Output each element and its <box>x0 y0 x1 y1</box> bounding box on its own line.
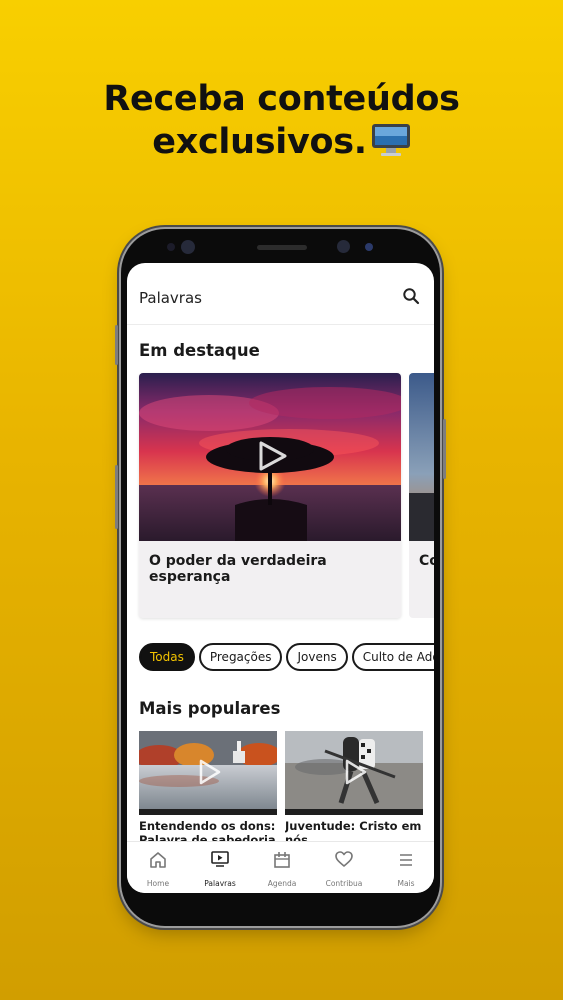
desktop-monitor-icon <box>371 123 411 168</box>
filter-chips: TodasPregaçõesJovensCulto de Ador <box>139 643 434 673</box>
phone-front-camera <box>181 240 195 254</box>
headline-line-2: exclusivos. <box>0 121 563 168</box>
phone-frame: Palavras Em destaque O poder da verdadei… <box>115 229 446 926</box>
nav-agenda[interactable]: Agenda <box>251 842 313 893</box>
featured-card-next-title: Co <box>419 553 434 569</box>
chip-culto-de-adoracao[interactable]: Culto de Ador <box>351 643 434 671</box>
phone-speaker <box>257 245 307 250</box>
featured-thumbnail-next <box>409 373 434 541</box>
nav-home[interactable]: Home <box>127 842 189 893</box>
nav-contribua-label: Contribua <box>325 879 363 888</box>
chip-jovens[interactable]: Jovens <box>286 643 348 671</box>
headline-line-1: Receba conteúdos <box>103 79 460 119</box>
nav-agenda-label: Agenda <box>267 879 297 888</box>
popular-item[interactable]: Juventude: Cristo em nós <box>285 731 423 851</box>
chip-todas[interactable]: Todas <box>139 643 195 671</box>
phone-sensor-2 <box>365 243 373 251</box>
featured-card-title: O poder da verdadeira esperança <box>149 553 327 585</box>
calendar-icon <box>274 852 290 868</box>
nav-palavras-label: Palavras <box>204 879 236 888</box>
phone-side-button <box>115 465 118 529</box>
featured-card-next[interactable]: Co <box>409 373 434 618</box>
featured-card[interactable]: O poder da verdadeira esperança <box>139 373 401 618</box>
app-bar: Palavras <box>127 263 434 325</box>
page-title: Palavras <box>139 289 202 307</box>
nav-mais[interactable]: Mais <box>375 842 434 893</box>
featured-heading: Em destaque <box>139 341 260 360</box>
popular-item[interactable]: Entendendo os dons: Palavra de sabedoria <box>139 731 277 851</box>
bottom-nav: Home Palavras Agenda Contribua Mais <box>127 841 434 893</box>
video-play-icon <box>211 851 229 867</box>
nav-contribua[interactable]: Contribua <box>313 842 375 893</box>
nav-palavras[interactable]: Palavras <box>189 842 251 893</box>
nav-mais-label: Mais <box>397 879 415 888</box>
popular-thumbnail-2 <box>285 731 423 815</box>
phone-sensor <box>167 243 175 251</box>
phone-power-button <box>443 419 446 479</box>
phone-volume-button <box>115 325 118 365</box>
search-icon[interactable] <box>402 287 420 305</box>
popular-heading: Mais populares <box>139 699 281 718</box>
home-icon <box>150 852 166 868</box>
featured-thumbnail <box>139 373 401 541</box>
heart-icon <box>335 851 353 867</box>
popular-thumbnail-1 <box>139 731 277 815</box>
phone-iris-scanner <box>337 240 350 253</box>
chip-pregacoes[interactable]: Pregações <box>198 643 283 671</box>
app-screen: Palavras Em destaque O poder da verdadei… <box>127 263 434 893</box>
menu-icon <box>400 854 412 866</box>
nav-home-label: Home <box>146 879 170 888</box>
headline-line-2-text: exclusivos. <box>152 122 367 162</box>
promo-headline: Receba conteúdos exclusivos. <box>0 78 563 168</box>
